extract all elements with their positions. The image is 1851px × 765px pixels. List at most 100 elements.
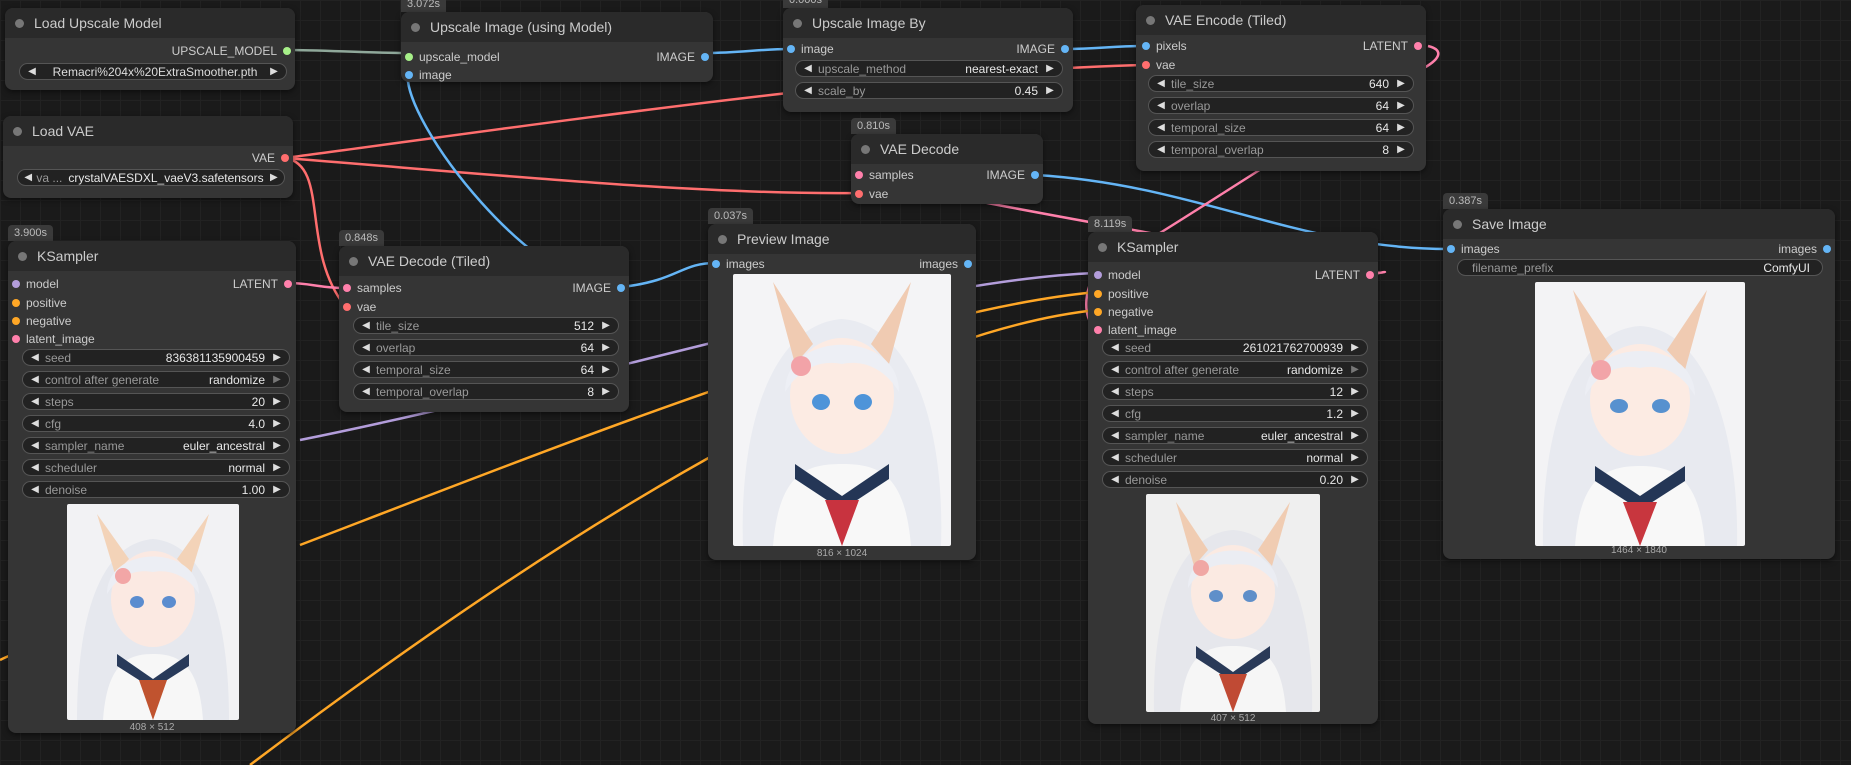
arrow-left-icon[interactable]: ◀ [1155,144,1167,155]
sampler-name-combo[interactable]: ◀ sampler_name euler_ancestral ▶ [1102,427,1368,444]
scheduler-combo[interactable]: ◀ scheduler normal ▶ [1102,449,1368,466]
collapse-dot-icon[interactable] [861,144,870,154]
arrow-left-icon[interactable]: ◀ [802,85,814,96]
arrow-left-icon[interactable]: ◀ [29,352,41,363]
arrow-right-icon[interactable]: ▶ [1395,144,1407,155]
output-vae[interactable]: VAE [252,150,289,166]
collapse-dot-icon[interactable] [1453,219,1462,229]
temporal-overlap-number[interactable]: ◀ temporal_overlap 8 ▶ [353,383,619,400]
output-latent[interactable]: LATENT [233,276,292,292]
input-vae[interactable]: vae [341,299,376,315]
node-vae-decode[interactable]: VAE Decode samples vae IMAGE [851,134,1043,204]
cfg-number[interactable]: ◀ cfg 4.0 ▶ [22,415,290,432]
collapse-dot-icon[interactable] [1146,15,1155,25]
arrow-right-icon[interactable]: ▶ [1395,100,1407,111]
upscale-method-combo[interactable]: ◀ upscale_method nearest-exact ▶ [795,60,1063,77]
collapse-dot-icon[interactable] [718,234,727,244]
scale-by-number[interactable]: ◀ scale_by 0.45 ▶ [795,82,1063,99]
arrow-right-icon[interactable]: ▶ [268,66,280,77]
arrow-right-icon[interactable]: ▶ [1349,408,1361,419]
node-vae-decode-tiled[interactable]: VAE Decode (Tiled) samples vae IMAGE ◀ ti… [339,246,629,412]
arrow-left-icon[interactable]: ◀ [1109,452,1121,463]
temporal-size-number[interactable]: ◀ temporal_size 64 ▶ [1148,119,1414,136]
collapse-dot-icon[interactable] [15,18,24,28]
scheduler-combo[interactable]: ◀ scheduler normal ▶ [22,459,290,476]
node-upscale-image-using-model[interactable]: Upscale Image (using Model) upscale_mode… [401,12,713,82]
arrow-left-icon[interactable]: ◀ [360,320,372,331]
arrow-left-icon[interactable]: ◀ [360,386,372,397]
arrow-left-icon[interactable]: ◀ [29,396,41,407]
arrow-right-icon[interactable]: ▶ [271,396,283,407]
arrow-left-icon[interactable]: ◀ [360,364,372,375]
output-image[interactable]: IMAGE [572,280,625,296]
input-vae[interactable]: vae [1140,57,1175,73]
input-negative[interactable]: negative [1092,304,1153,320]
node-load-vae[interactable]: Load VAE VAE ◀ va ... crystalVAESDXL_vaeV3… [3,116,293,198]
input-image[interactable]: image [403,67,452,83]
collapse-dot-icon[interactable] [793,18,802,28]
model-name-combo[interactable]: ◀ Remacri%204x%20ExtraSmoother.pth ▶ [19,63,287,80]
control-after-generate-combo[interactable]: ◀ control after generate randomize ▶ [1102,361,1368,378]
node-load-upscale-model[interactable]: Load Upscale Model UPSCALE_MODEL ◀ Remacr… [5,8,295,90]
arrow-left-icon[interactable]: ◀ [29,374,41,385]
arrow-right-icon[interactable]: ▶ [1349,342,1361,353]
denoise-number[interactable]: ◀ denoise 0.20 ▶ [1102,471,1368,488]
node-upscale-image-by[interactable]: Upscale Image By image IMAGE ◀ upscale_me… [783,8,1073,112]
arrow-right-icon[interactable]: ▶ [271,418,283,429]
vae-name-combo[interactable]: ◀ va ... crystalVAESDXL_vaeV3.safetensors ▶ [17,169,285,186]
arrow-left-icon[interactable]: ◀ [1109,342,1121,353]
arrow-left-icon[interactable]: ◀ [29,484,41,495]
collapse-dot-icon[interactable] [349,256,358,266]
node-ksampler-1[interactable]: KSampler model positive negative latent_… [8,241,296,733]
input-latent-image[interactable]: latent_image [1092,322,1177,338]
output-latent[interactable]: LATENT [1315,267,1374,283]
arrow-left-icon[interactable]: ◀ [1109,408,1121,419]
arrow-left-icon[interactable]: ◀ [26,66,38,77]
arrow-right-icon[interactable]: ▶ [271,352,283,363]
input-samples[interactable]: samples [341,280,402,296]
arrow-right-icon[interactable]: ▶ [271,440,283,451]
arrow-right-icon[interactable]: ▶ [600,364,612,375]
output-image[interactable]: IMAGE [986,167,1039,183]
arrow-right-icon[interactable]: ▶ [270,172,278,183]
arrow-left-icon[interactable]: ◀ [1155,78,1167,89]
overlap-number[interactable]: ◀ overlap 64 ▶ [353,339,619,356]
arrow-left-icon[interactable]: ◀ [1109,364,1121,375]
filename-prefix-input[interactable]: filename_prefix ComfyUI [1457,259,1823,276]
temporal-overlap-number[interactable]: ◀ temporal_overlap 8 ▶ [1148,141,1414,158]
arrow-left-icon[interactable]: ◀ [29,418,41,429]
arrow-left-icon[interactable]: ◀ [1109,430,1121,441]
arrow-right-icon[interactable]: ▶ [600,386,612,397]
collapse-dot-icon[interactable] [411,22,420,32]
output-image[interactable]: IMAGE [1016,41,1069,57]
arrow-right-icon[interactable]: ▶ [1044,63,1056,74]
control-after-generate-combo[interactable]: ◀ control after generate randomize ▶ [22,371,290,388]
node-ksampler-2[interactable]: KSampler model positive negative latent_… [1088,232,1378,724]
cfg-number[interactable]: ◀ cfg 1.2 ▶ [1102,405,1368,422]
arrow-left-icon[interactable]: ◀ [1155,100,1167,111]
input-latent-image[interactable]: latent_image [10,331,95,347]
arrow-right-icon[interactable]: ▶ [271,374,283,385]
input-positive[interactable]: positive [10,295,67,311]
arrow-left-icon[interactable]: ◀ [1109,386,1121,397]
collapse-dot-icon[interactable] [18,251,27,261]
arrow-left-icon[interactable]: ◀ [24,172,32,183]
collapse-dot-icon[interactable] [1098,242,1107,252]
arrow-right-icon[interactable]: ▶ [600,342,612,353]
input-negative[interactable]: negative [10,313,71,329]
node-save-image[interactable]: Save Image images images filename_prefix… [1443,209,1835,559]
input-positive[interactable]: positive [1092,286,1149,302]
sampler-name-combo[interactable]: ◀ sampler_name euler_ancestral ▶ [22,437,290,454]
node-preview-image[interactable]: Preview Image images images 816 × 1024 [708,224,976,560]
steps-number[interactable]: ◀ steps 12 ▶ [1102,383,1368,400]
arrow-left-icon[interactable]: ◀ [29,440,41,451]
arrow-left-icon[interactable]: ◀ [29,462,41,473]
output-image[interactable]: IMAGE [656,49,709,65]
input-model[interactable]: model [1092,267,1141,283]
node-vae-encode-tiled[interactable]: VAE Encode (Tiled) pixels vae LATENT ◀ ti… [1136,5,1426,171]
arrow-left-icon[interactable]: ◀ [1109,474,1121,485]
seed-number[interactable]: ◀ seed 261021762700939 ▶ [1102,339,1368,356]
temporal-size-number[interactable]: ◀ temporal_size 64 ▶ [353,361,619,378]
arrow-right-icon[interactable]: ▶ [600,320,612,331]
input-samples[interactable]: samples [853,167,914,183]
